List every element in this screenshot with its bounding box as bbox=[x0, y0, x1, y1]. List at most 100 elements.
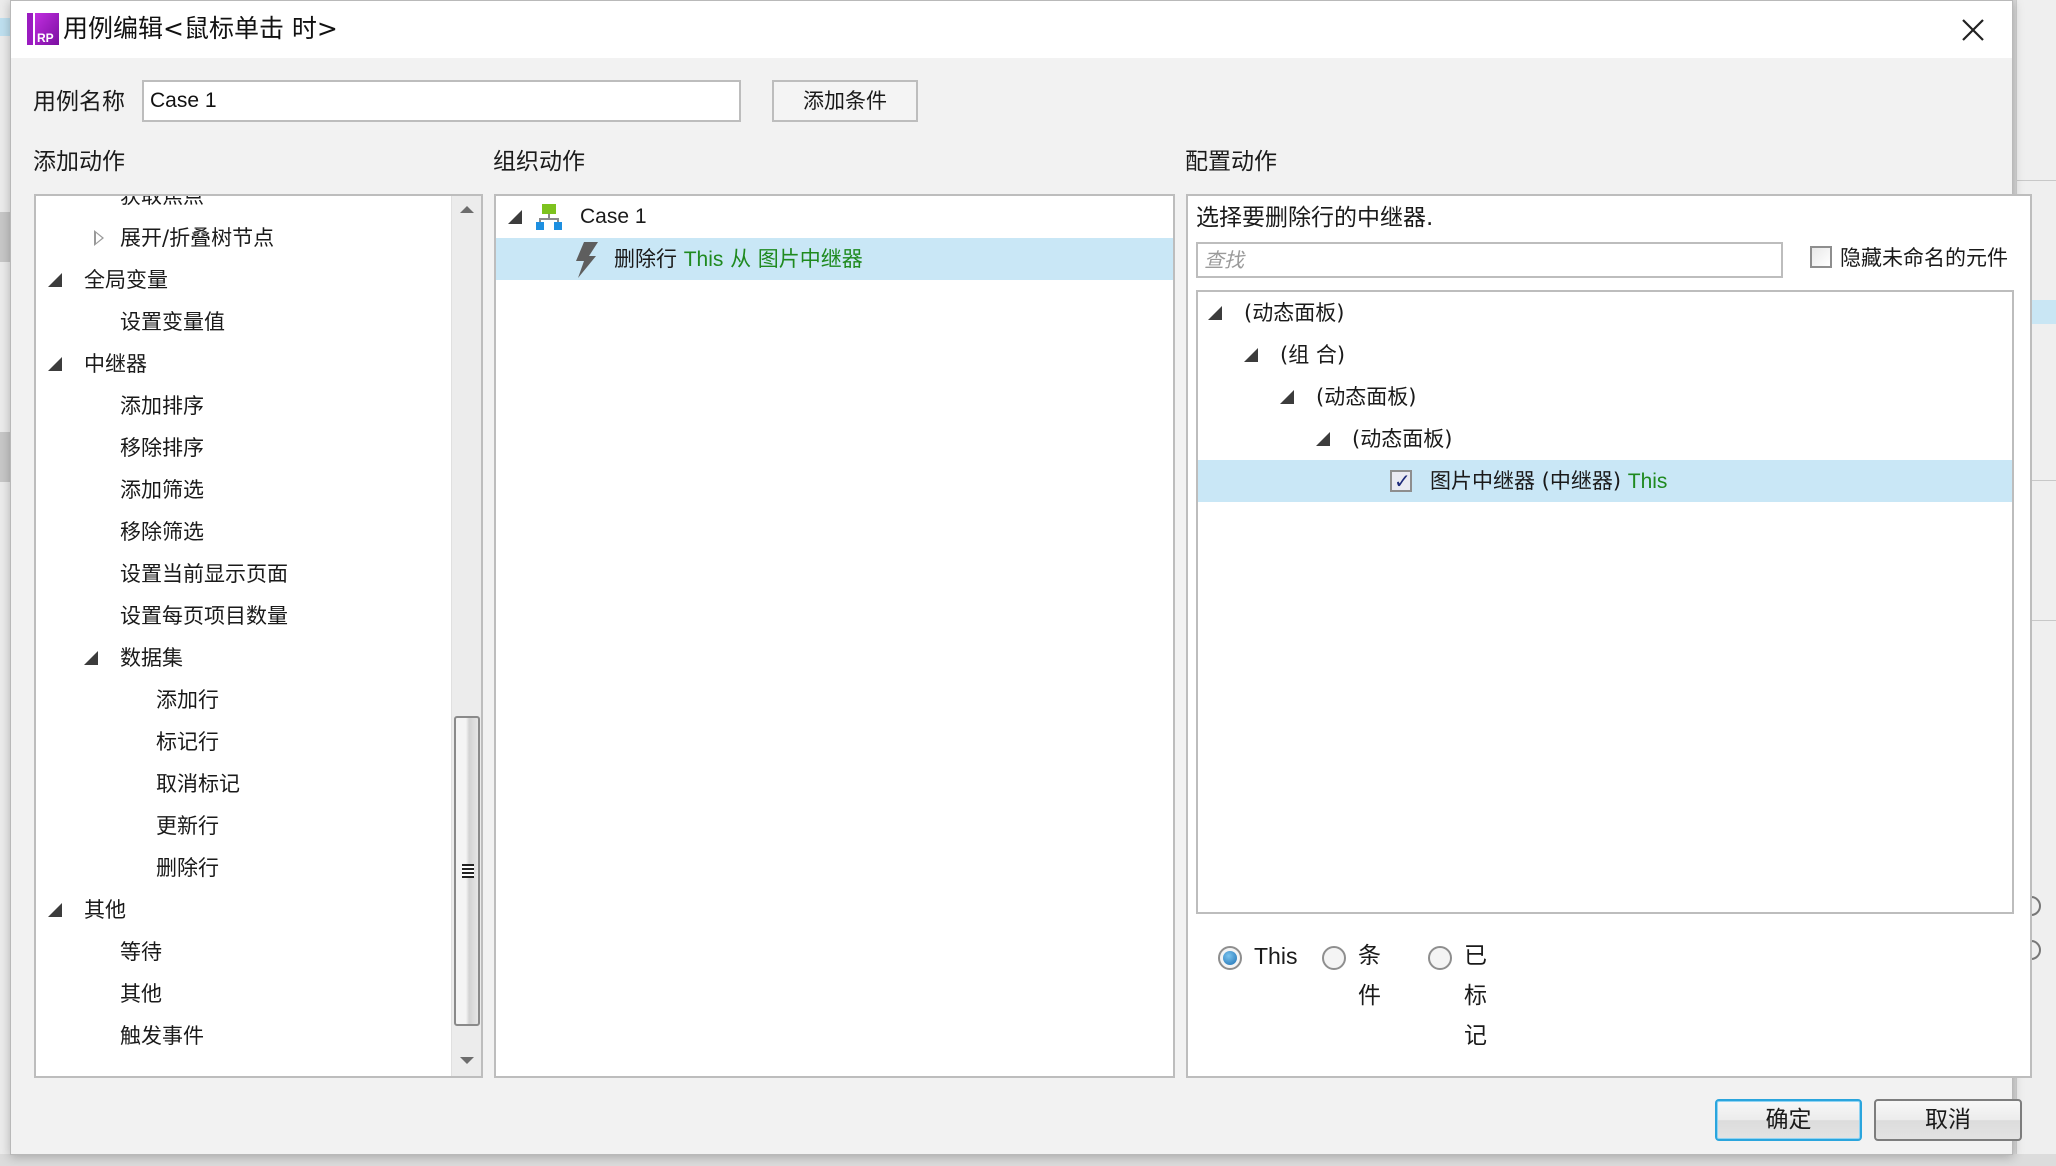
radio-marked-label[interactable]: 已标记 bbox=[1464, 936, 1487, 1056]
action-text: 删除行 This 从 图片中继器 bbox=[614, 238, 863, 281]
widget-tree-item-label: (组 合) bbox=[1280, 343, 1346, 367]
action-tree-item[interactable]: 移除筛选 bbox=[36, 511, 481, 553]
dialog-title: 用例编辑<鼠标单击 时> bbox=[63, 14, 338, 43]
case-label: Case 1 bbox=[580, 205, 647, 228]
expand-triangle-icon[interactable] bbox=[1208, 306, 1222, 320]
radio-this-label[interactable]: This bbox=[1254, 936, 1297, 976]
widget-tree-item[interactable]: (动态面板) bbox=[1198, 376, 2012, 418]
action-from: 从 bbox=[730, 247, 752, 271]
action-tree-item[interactable]: 展开/折叠树节点 bbox=[36, 217, 481, 259]
scrollbar-thumb[interactable] bbox=[454, 716, 480, 1026]
radio-marked[interactable] bbox=[1428, 946, 1452, 970]
action-tree-item[interactable]: 获取焦点 bbox=[36, 194, 481, 217]
hide-unnamed-label[interactable]: 隐藏未命名的元件 bbox=[1840, 242, 2008, 274]
action-tree-item[interactable]: 全局变量 bbox=[36, 259, 481, 301]
widget-checkbox-checked[interactable] bbox=[1390, 460, 1412, 502]
selected-widget-tag: This bbox=[1627, 470, 1668, 493]
widget-tree-item-selected[interactable]: 图片中继器 (中继器) This bbox=[1198, 460, 2012, 502]
selected-widget-name: 图片中继器 (中继器) bbox=[1430, 469, 1622, 493]
widget-tree-item-label: (动态面板) bbox=[1244, 301, 1345, 325]
action-tree-item[interactable]: 更新行 bbox=[36, 805, 481, 847]
widget-tree-item-label: (动态面板) bbox=[1316, 385, 1417, 409]
radio-condition-label[interactable]: 条件 bbox=[1358, 936, 1381, 1016]
expand-triangle-icon[interactable] bbox=[1316, 432, 1330, 446]
radio-this[interactable] bbox=[1218, 946, 1242, 970]
action-tree-item[interactable]: 设置当前显示页面 bbox=[36, 553, 481, 595]
action-tree-item-label: 设置每页项目数量 bbox=[120, 604, 288, 628]
widget-tree-item[interactable]: (组 合) bbox=[1198, 334, 2012, 376]
action-tree-item-label: 移除排序 bbox=[120, 436, 204, 460]
action-tree-item[interactable]: 其他 bbox=[36, 889, 481, 931]
widget-tree-item[interactable]: (动态面板) bbox=[1198, 418, 2012, 460]
action-tree-item[interactable]: 标记行 bbox=[36, 721, 481, 763]
action-tree-item-label: 其他 bbox=[120, 982, 162, 1006]
action-tree-item[interactable]: 中继器 bbox=[36, 343, 481, 385]
action-tree-item-label: 移除筛选 bbox=[120, 520, 204, 544]
add-action-tree: 获取焦点展开/折叠树节点全局变量设置变量值中继器添加排序移除排序添加筛选移除筛选… bbox=[34, 194, 483, 1078]
hide-unnamed-checkbox[interactable] bbox=[1810, 246, 1832, 268]
case-hierarchy-icon bbox=[536, 204, 562, 230]
expand-triangle-icon[interactable] bbox=[48, 273, 62, 287]
action-tree-item-label: 标记行 bbox=[156, 730, 219, 754]
action-tree-item[interactable]: 添加排序 bbox=[36, 385, 481, 427]
title-bar: RP 用例编辑<鼠标单击 时> bbox=[11, 1, 2012, 58]
action-tree-item-label: 添加排序 bbox=[120, 394, 204, 418]
action-tree-item-label: 数据集 bbox=[120, 646, 183, 670]
close-icon[interactable] bbox=[1956, 13, 1990, 47]
action-tree-item[interactable]: 添加行 bbox=[36, 679, 481, 721]
action-tree-item[interactable]: 添加筛选 bbox=[36, 469, 481, 511]
action-tree-item[interactable]: 删除行 bbox=[36, 847, 481, 889]
configure-action-panel: 选择要删除行的中继器. 查找 隐藏未命名的元件 (动态面板) (组 合) (动态面板… bbox=[1186, 194, 2032, 1078]
case-node[interactable]: Case 1 bbox=[496, 196, 1173, 238]
widget-label: 图片中继器 (中继器) This bbox=[1430, 460, 1667, 503]
action-tree-item-label: 全局变量 bbox=[84, 268, 168, 292]
radio-condition[interactable] bbox=[1322, 946, 1346, 970]
action-tree-item[interactable]: 设置变量值 bbox=[36, 301, 481, 343]
cancel-button[interactable]: 取消 bbox=[1874, 1099, 2022, 1141]
ok-button[interactable]: 确定 bbox=[1715, 1099, 1862, 1141]
action-repeater-name: 图片中继器 bbox=[757, 247, 863, 271]
expand-triangle-icon[interactable] bbox=[48, 357, 62, 371]
collapse-triangle-icon[interactable] bbox=[94, 230, 104, 246]
action-verb: 删除行 bbox=[614, 247, 677, 271]
configure-action-heading: 配置动作 bbox=[1185, 149, 1277, 175]
action-tree-item-label: 添加行 bbox=[156, 688, 219, 712]
action-tree-item-label: 设置当前显示页面 bbox=[120, 562, 288, 586]
action-node-delete-row[interactable]: 删除行 This 从 图片中继器 bbox=[496, 238, 1173, 280]
case-editor-dialog: RP 用例编辑<鼠标单击 时> 用例名称 Case 1 添加条件 添加动作 组织… bbox=[10, 0, 2032, 1155]
action-tree-item-label: 展开/折叠树节点 bbox=[120, 226, 275, 250]
add-condition-button[interactable]: 添加条件 bbox=[772, 80, 918, 122]
action-tree-item[interactable]: 触发事件 bbox=[36, 1015, 481, 1057]
action-tree-item-label: 取消标记 bbox=[156, 772, 240, 796]
scroll-up-arrow-icon[interactable] bbox=[460, 206, 474, 213]
background-app-bottom-edge bbox=[0, 1154, 2056, 1166]
action-tree-item-label: 删除行 bbox=[156, 856, 219, 880]
scroll-down-arrow-icon[interactable] bbox=[460, 1057, 474, 1064]
add-action-heading: 添加动作 bbox=[33, 149, 125, 175]
action-tree-item-label: 获取焦点 bbox=[120, 194, 204, 208]
widget-tree-item[interactable]: (动态面板) bbox=[1198, 292, 2012, 334]
expand-triangle-icon[interactable] bbox=[1244, 348, 1258, 362]
expand-triangle-icon[interactable] bbox=[508, 210, 522, 224]
lightning-icon bbox=[576, 242, 598, 278]
case-name-input[interactable]: Case 1 bbox=[142, 80, 741, 122]
axure-rp-logo-icon: RP bbox=[27, 13, 59, 45]
action-tree-item-label: 设置变量值 bbox=[120, 310, 225, 334]
widget-search-input[interactable]: 查找 bbox=[1196, 242, 1783, 278]
action-tree-item[interactable]: 取消标记 bbox=[36, 763, 481, 805]
action-tree-item[interactable]: 等待 bbox=[36, 931, 481, 973]
action-tree-item[interactable]: 数据集 bbox=[36, 637, 481, 679]
action-tree-item[interactable]: 移除排序 bbox=[36, 427, 481, 469]
action-tree-item[interactable]: 设置每页项目数量 bbox=[36, 595, 481, 637]
svg-text:RP: RP bbox=[37, 31, 54, 45]
expand-triangle-icon[interactable] bbox=[84, 651, 98, 665]
action-tree-item-label: 触发事件 bbox=[120, 1024, 204, 1048]
scroll-grip-icon bbox=[462, 864, 474, 878]
widget-tree-item-label: (动态面板) bbox=[1352, 427, 1453, 451]
expand-triangle-icon[interactable] bbox=[1280, 390, 1294, 404]
add-action-scrollbar[interactable] bbox=[451, 196, 481, 1076]
action-tree-item-label: 更新行 bbox=[156, 814, 219, 838]
expand-triangle-icon[interactable] bbox=[48, 903, 62, 917]
action-tree-item[interactable]: 其他 bbox=[36, 973, 481, 1015]
action-tree-item-label: 中继器 bbox=[84, 352, 147, 376]
